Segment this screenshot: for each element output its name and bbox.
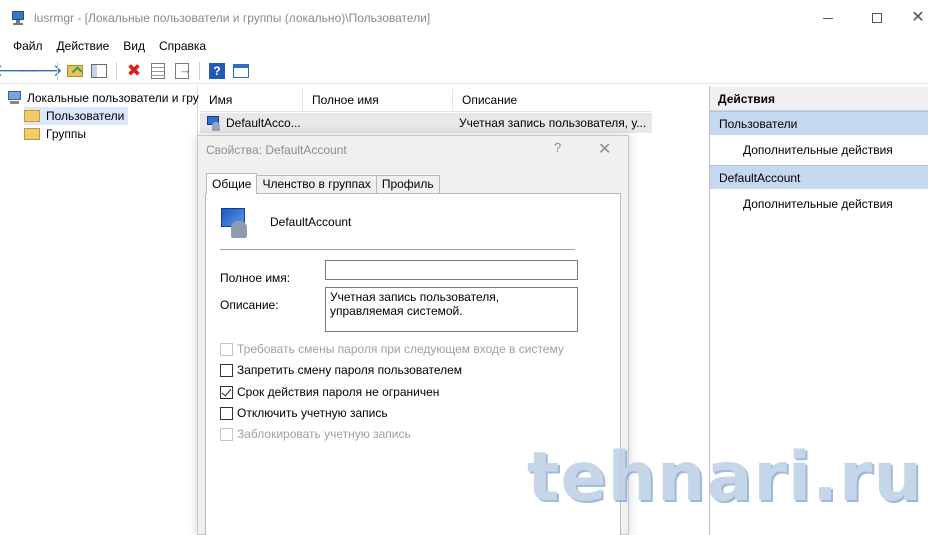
menu-bar: Файл Действие Вид Справка [0,36,213,56]
full-name-label: Полное имя: [220,271,291,285]
cannot-change-password-label: Запретить смену пароля пользователем [237,363,463,377]
row-name: DefaultAcco... [226,116,301,130]
dialog-close-button[interactable]: ✕ [598,139,611,159]
folder-icon [24,128,40,140]
properties-icon [151,62,165,79]
window-title: lusrmgr - [Локальные пользователи и груп… [34,11,431,25]
column-header-full-name[interactable]: Полное имя [303,89,453,112]
dialog-title: Свойства: DefaultAccount [206,143,347,157]
computer-management-icon [10,10,26,26]
computer-icon [7,91,23,105]
delete-icon: ✖ [126,60,142,80]
up-folder-icon [67,64,83,77]
user-icon [206,115,222,131]
title-bar: lusrmgr - [Локальные пользователи и груп… [0,0,928,36]
account-name: DefaultAccount [270,215,352,229]
more-actions-users[interactable]: Дополнительные действия [710,135,928,165]
must-change-password-checkbox-row: Требовать смены пароля при следующем вхо… [220,342,564,356]
actions-section-users[interactable]: Пользователи [710,111,928,135]
menu-file[interactable]: Файл [6,36,50,56]
cannot-change-password-checkbox[interactable] [220,363,233,377]
action-pane-icon [233,63,249,78]
menu-help[interactable]: Справка [152,36,213,56]
watermark: tehnari.ru [527,438,923,517]
tab-member-of[interactable]: Членство в группах [256,175,377,194]
account-locked-checkbox-row: Заблокировать учетную запись [220,427,411,441]
up-level-button[interactable] [64,60,86,82]
dialog-tabs: Общие Членство в группах Профиль [206,173,440,194]
actions-title: Действия [710,87,928,111]
close-button[interactable]: ✕ [895,0,928,36]
actions-section-defaultaccount[interactable]: DefaultAccount [710,165,928,189]
toolbar-separator [57,61,58,80]
full-name-input[interactable] [325,260,578,280]
maximize-icon [872,13,882,23]
row-name-cell: DefaultAcco... [200,115,453,131]
description-label: Описание: [220,298,279,312]
export-list-icon [175,62,192,79]
account-disabled-checkbox-row[interactable]: Отключить учетную запись [220,406,388,420]
column-header-description[interactable]: Описание [453,89,652,112]
help-icon: ? [209,62,225,79]
tree-item-users[interactable]: Пользователи [24,107,129,125]
must-change-password-label: Требовать смены пароля при следующем вхо… [237,342,564,356]
account-locked-label: Заблокировать учетную запись [237,427,411,441]
menu-action[interactable]: Действие [50,36,117,56]
folder-icon [24,110,40,122]
minimize-button[interactable] [805,0,851,36]
tree-item-label: Локальные пользователи и гру [27,91,199,105]
show-hide-tree-icon [91,63,107,78]
properties-button[interactable] [147,60,169,82]
toolbar: 🡐 🡒 ✖ ? [0,58,928,84]
close-icon: ✕ [911,9,925,26]
password-never-expires-checkbox-row[interactable]: Срок действия пароля не ограничен [220,385,439,399]
maximize-button[interactable] [854,0,900,36]
tree-item-label: Группы [46,127,86,141]
action-pane-button[interactable] [230,60,252,82]
password-never-expires-checkbox[interactable] [220,385,233,399]
forward-arrow-icon: 🡒 [17,61,63,80]
more-actions-defaultaccount[interactable]: Дополнительные действия [710,189,928,219]
tab-profile[interactable]: Профиль [375,175,440,194]
account-disabled-label: Отключить учетную запись [237,406,388,420]
row-description: Учетная запись пользователя, у... [459,116,647,130]
tree-item-groups[interactable]: Группы [24,125,86,143]
minimize-icon [823,17,833,19]
account-locked-checkbox [220,427,233,441]
toolbar-separator [116,61,117,80]
dialog-help-button[interactable]: ? [554,140,561,155]
cannot-change-password-checkbox-row[interactable]: Запретить смену пароля пользователем [220,363,462,377]
column-header-name[interactable]: Имя [200,89,303,112]
account-disabled-checkbox[interactable] [220,406,233,420]
must-change-password-checkbox [220,342,233,356]
tree-item-label: Пользователи [46,109,125,123]
tree-item-root[interactable]: Локальные пользователи и гру [7,89,199,107]
show-hide-tree-button[interactable] [88,60,110,82]
divider [220,249,575,250]
toolbar-separator [199,61,200,80]
tab-general[interactable]: Общие [206,173,258,194]
table-row[interactable]: DefaultAcco... Учетная запись пользовате… [200,113,652,133]
help-button[interactable]: ? [206,60,228,82]
password-never-expires-label: Срок действия пароля не ограничен [237,385,440,399]
delete-button[interactable]: ✖ [123,60,145,82]
forward-button[interactable]: 🡒 [17,60,63,82]
description-input[interactable]: Учетная запись пользователя, управляемая… [325,287,578,332]
user-account-icon [219,206,253,240]
console-tree: Локальные пользователи и гру Пользовател… [0,86,199,535]
export-list-button[interactable] [171,60,193,82]
list-header: Имя Полное имя Описание [200,89,652,112]
menu-view[interactable]: Вид [116,36,152,56]
